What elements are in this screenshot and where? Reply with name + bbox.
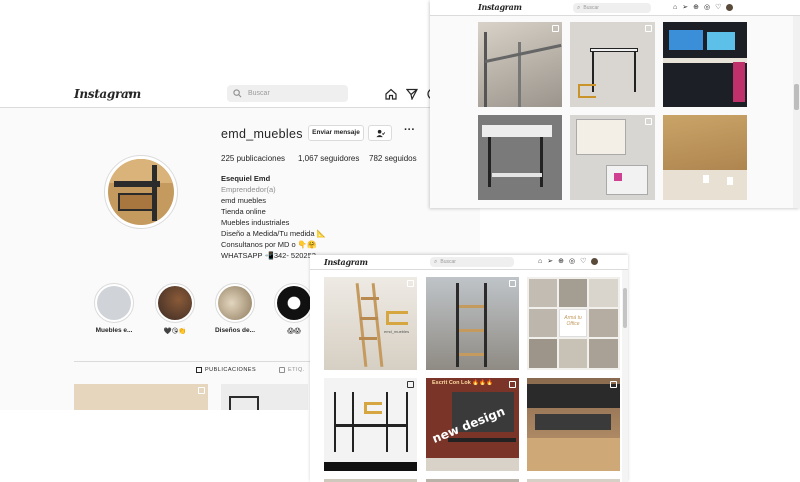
post-thumbnail[interactable] (74, 384, 208, 410)
carousel-icon (509, 381, 516, 388)
search-icon (233, 89, 242, 98)
story-highlight[interactable]: Muebles e... (84, 283, 144, 334)
top-nav: Instagram ⌕ Buscar ⌂ ➢ ⊕ ◎ ♡ (430, 0, 800, 16)
carousel-icon (407, 381, 414, 388)
tab-tagged[interactable]: ETIQ. (279, 367, 305, 373)
chevron-down-icon[interactable]: ▾ (128, 89, 132, 97)
collage-text: Armá tu Office (564, 315, 582, 327)
nav-icons: ⌂ ➢ ⊕ ◎ ♡ (673, 3, 734, 11)
follow-button[interactable] (368, 125, 392, 141)
search-input[interactable]: ⌕ Buscar (573, 3, 651, 13)
bio-name: Esequiel Emd (221, 174, 271, 183)
home-icon[interactable]: ⌂ (673, 4, 677, 11)
feed-window-top-right: Instagram ⌕ Buscar ⌂ ➢ ⊕ ◎ ♡ (430, 0, 800, 208)
direct-messages-icon[interactable]: ➢ (547, 257, 553, 265)
highlight-cover (218, 286, 252, 320)
highlight-label: Muebles e... (95, 327, 133, 334)
bio-line: emd muebles (221, 196, 267, 205)
following-count[interactable]: 782 seguidos (369, 154, 417, 163)
top-nav: Instagram ▾ Buscar (0, 80, 480, 108)
tag-icon (279, 367, 285, 373)
tab-tagged-label: ETIQ. (288, 367, 305, 373)
post-caption-overlay: Escrit Con Lok 🔥🔥🔥 (432, 380, 493, 386)
highlight-label: 🖤😘👏 (163, 328, 187, 335)
posts-count: 225 publicaciones (221, 154, 286, 163)
activity-heart-icon[interactable]: ♡ (715, 3, 721, 11)
post-thumbnail[interactable]: Armá tu Office (527, 277, 620, 370)
new-post-icon[interactable]: ⊕ (693, 3, 699, 11)
explore-icon[interactable]: ◎ (704, 3, 710, 11)
send-message-button[interactable]: Enviar mensaje (308, 125, 364, 141)
tab-posts[interactable]: PUBLICACIONES (196, 367, 256, 373)
scrollbar-thumb[interactable] (623, 288, 627, 328)
carousel-icon (509, 280, 516, 287)
search-placeholder: Buscar (248, 90, 270, 97)
profile-avatar[interactable] (104, 155, 178, 229)
grid-icon (196, 367, 202, 373)
new-post-icon[interactable]: ⊕ (558, 257, 564, 265)
bio-line: Muebles industriales (221, 218, 290, 227)
carousel-icon (645, 118, 652, 125)
bio-line: Tienda online (221, 207, 266, 216)
post-thumbnail[interactable]: emd_muebles (324, 277, 417, 370)
story-highlight[interactable]: 🖤😘👏 (145, 283, 205, 335)
watermark-brand: emd_muebles (384, 329, 410, 334)
bio-line: Consultanos por MD o 👇🤗 (221, 240, 317, 249)
avatar-photo (108, 159, 174, 225)
instagram-logo[interactable]: Instagram (324, 257, 368, 267)
person-check-icon (376, 129, 385, 138)
carousel-icon (198, 387, 205, 394)
search-input[interactable]: ⌕ Buscar (430, 257, 514, 267)
instagram-logo[interactable]: Instagram (478, 2, 522, 12)
nav-icons: ⌂ ➢ ⊕ ◎ ♡ (538, 257, 599, 265)
post-thumbnail[interactable] (663, 22, 747, 107)
feed-window-bottom: Instagram ⌕ Buscar ⌂ ➢ ⊕ ◎ ♡ emd_muebles (310, 255, 628, 482)
post-thumbnail[interactable] (527, 378, 620, 471)
post-thumbnail[interactable] (478, 115, 562, 200)
home-icon[interactable]: ⌂ (538, 258, 542, 265)
more-options-icon[interactable]: ··· (404, 124, 415, 136)
carousel-icon (645, 25, 652, 32)
search-icon: ⌕ (577, 4, 581, 11)
post-thumbnail[interactable] (570, 115, 655, 200)
post-thumbnail[interactable] (426, 277, 519, 370)
scrollbar[interactable] (793, 16, 800, 208)
scrollbar[interactable] (622, 270, 628, 482)
carousel-icon (610, 381, 617, 388)
direct-messages-icon[interactable]: ➢ (682, 3, 688, 11)
profile-username: emd_muebles (221, 127, 303, 141)
avatar[interactable] (591, 257, 599, 265)
highlight-label: Diseños de... (214, 327, 256, 334)
bio-category: Emprendedor(a) (221, 185, 276, 194)
top-nav: Instagram ⌕ Buscar ⌂ ➢ ⊕ ◎ ♡ (310, 255, 628, 270)
avatar[interactable] (726, 3, 734, 11)
followers-count[interactable]: 1,067 seguidores (298, 154, 359, 163)
story-highlight[interactable]: Diseños de... (205, 283, 265, 334)
post-thumbnail[interactable] (478, 22, 562, 107)
scrollbar-thumb[interactable] (794, 84, 799, 110)
post-thumbnail[interactable] (324, 378, 417, 471)
highlight-cover (277, 286, 311, 320)
post-thumbnail[interactable] (221, 384, 308, 410)
tab-posts-label: PUBLICACIONES (205, 367, 257, 373)
carousel-icon (407, 280, 414, 287)
carousel-icon (552, 25, 559, 32)
profile-bio: Esequiel Emd Emprendedor(a) emd muebles … (221, 173, 326, 261)
search-placeholder: Buscar (583, 5, 599, 11)
direct-messages-icon[interactable] (406, 88, 418, 100)
post-thumbnail[interactable]: Escrit Con Lok 🔥🔥🔥 new design (426, 378, 519, 471)
home-icon[interactable] (385, 88, 397, 100)
search-input[interactable]: Buscar (227, 85, 348, 102)
search-icon: ⌕ (434, 258, 438, 265)
highlight-cover (158, 286, 192, 320)
search-placeholder: Buscar (440, 259, 456, 265)
explore-icon[interactable]: ◎ (569, 257, 575, 265)
bio-line: Diseño a Medida/Tu medida 📐 (221, 229, 326, 238)
post-thumbnail[interactable] (570, 22, 655, 107)
activity-heart-icon[interactable]: ♡ (580, 257, 586, 265)
post-thumbnail[interactable] (663, 115, 747, 200)
highlight-cover (97, 286, 131, 320)
